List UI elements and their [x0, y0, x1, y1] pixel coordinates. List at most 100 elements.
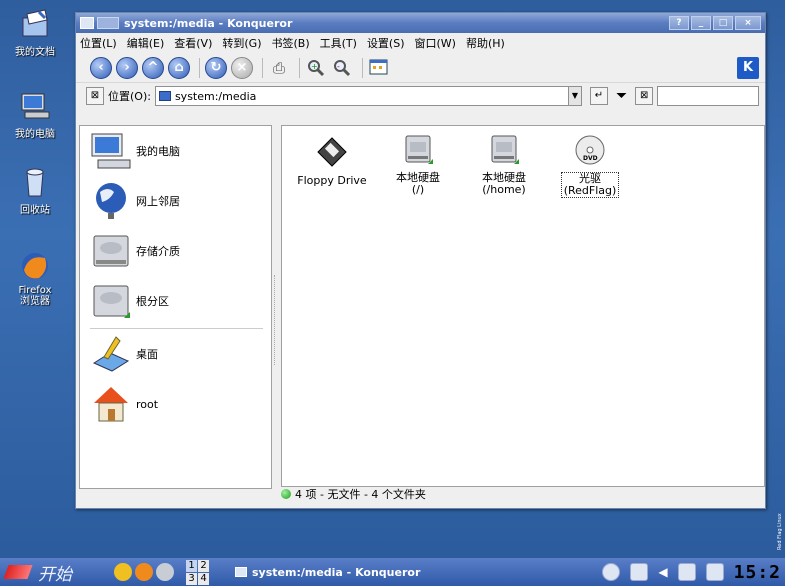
sidebar-item-label: root [136, 397, 159, 411]
start-label: 开始 [38, 564, 72, 585]
svg-text:DVD: DVD [583, 155, 598, 162]
file-item-floppy[interactable]: Floppy Drive [292, 136, 372, 187]
close-button[interactable]: × [735, 16, 761, 30]
menu-go[interactable]: 转到(G) [222, 35, 261, 51]
sidebar: 我的电脑 网上邻居 存储介质 根分区 桌面 root [79, 125, 272, 489]
menu-location[interactable]: 位置(L) [80, 35, 117, 51]
menu-view[interactable]: 查看(V) [174, 35, 212, 51]
file-view: Floppy Drive 本地硬盘 (/) 本地硬盘 (/home) DVD 光… [281, 125, 765, 487]
main-toolbar: ‹ › ^ ⌂ ↻ × ⎙ + - K [76, 53, 765, 83]
firefox-icon[interactable] [135, 563, 153, 581]
reload-icon[interactable]: ↻ [205, 56, 227, 79]
menu-window[interactable]: 窗口(W) [415, 35, 456, 51]
toolbar-separator [262, 57, 263, 78]
pane-splitter[interactable] [274, 275, 277, 365]
kde-logo-icon: K [737, 56, 759, 79]
sidebar-item-desktop[interactable]: 桌面 [80, 329, 271, 379]
location-label: 位置(O): [108, 90, 151, 103]
menu-help[interactable]: 帮助(H) [466, 35, 505, 51]
computer-icon [19, 90, 51, 122]
computer-icon [91, 133, 131, 169]
pager-desktop-1[interactable]: 1 [186, 559, 197, 572]
window-menu-icon[interactable] [80, 17, 94, 29]
zoom-in-icon[interactable]: + [305, 57, 327, 79]
taskbar-task-konqueror[interactable]: system:/media - Konqueror [229, 561, 469, 583]
clear-search-icon[interactable]: ⊠ [635, 87, 654, 105]
network-globe-icon [96, 183, 126, 219]
stop-icon[interactable]: × [231, 56, 253, 79]
location-dropdown-button[interactable]: ▼ [567, 86, 582, 106]
documents-folder-icon [19, 8, 51, 40]
forward-icon[interactable]: › [116, 56, 138, 79]
clock[interactable]: 15:2 [734, 562, 781, 583]
sidebar-item-label: 我的电脑 [136, 145, 180, 158]
up-icon[interactable]: ^ [142, 56, 164, 79]
back-icon[interactable]: ‹ [90, 56, 112, 79]
harddisk-icon [405, 135, 433, 164]
desktop-icon[interactable] [114, 563, 132, 581]
printer-icon[interactable] [677, 563, 696, 581]
quick-launch [114, 563, 174, 581]
media-folder-icon [158, 91, 171, 101]
file-item-local-disk-home[interactable]: 本地硬盘 (/home) [464, 134, 544, 196]
root-partition-icon [93, 285, 130, 318]
location-value: system:/media [174, 89, 257, 103]
sidebar-item-network[interactable]: 网上邻居 [80, 176, 271, 226]
sidebar-item-label: 桌面 [136, 348, 158, 361]
panes: 我的电脑 网上邻居 存储介质 根分区 桌面 root Floppy Drive … [76, 125, 765, 505]
system-tray: ◀ 15:2 [602, 562, 785, 583]
svg-text:-: - [337, 62, 340, 71]
file-item-dvd-redflag[interactable]: DVD 光驱 (RedFlag) [550, 134, 630, 198]
trash-icon [19, 166, 51, 198]
help-button[interactable]: ? [669, 16, 689, 30]
sticky-icon[interactable] [97, 17, 119, 29]
file-item-local-disk-root[interactable]: 本地硬盘 (/) [378, 134, 458, 196]
toolbar-separator [199, 57, 200, 78]
minimize-button[interactable]: _ [691, 16, 711, 30]
dvd-icon: DVD [575, 135, 605, 165]
sidebar-item-root-partition[interactable]: 根分区 [80, 276, 271, 326]
desktop-icon-trash[interactable]: 回收站 [0, 166, 70, 216]
toolbar-separator [362, 57, 363, 78]
menu-settings[interactable]: 设置(S) [367, 35, 405, 51]
pager-desktop-2[interactable]: 2 [198, 559, 209, 572]
clipboard-icon[interactable] [602, 563, 621, 581]
menu-bookmarks[interactable]: 书签(B) [271, 35, 309, 51]
titlebar[interactable]: system:/media - Konqueror ? _ □ × [76, 13, 765, 33]
zoom-out-icon[interactable]: - [331, 57, 353, 79]
pager-desktop-3[interactable]: 3 [186, 572, 197, 585]
desktop-icon-firefox[interactable]: Firefox 浏览器 [0, 250, 70, 307]
menu-tools[interactable]: 工具(T) [320, 35, 357, 51]
start-button[interactable]: 开始 [0, 558, 110, 586]
search-input[interactable] [657, 86, 760, 106]
go-button[interactable]: ↵ [589, 87, 608, 105]
settings-icon[interactable] [156, 563, 174, 581]
desktop-pager: 1 2 3 4 [186, 559, 209, 585]
storage-drive-icon [93, 235, 129, 267]
toolbar-separator [299, 57, 300, 78]
menu-edit[interactable]: 编辑(E) [127, 35, 165, 51]
konqueror-window: system:/media - Konqueror ? _ □ × 位置(L) … [75, 12, 766, 509]
desktop-icon-computer[interactable]: 我的电脑 [0, 90, 70, 140]
sidebar-item-computer[interactable]: 我的电脑 [80, 126, 271, 176]
konqueror-icon [235, 567, 247, 577]
floppy-icon[interactable] [630, 563, 649, 581]
sidebar-item-root[interactable]: root [80, 379, 271, 429]
desktop-icon [92, 336, 130, 372]
status-text: 4 项 - 无文件 - 4 个文件夹 [295, 488, 426, 501]
home-icon[interactable]: ⌂ [168, 56, 190, 79]
maximize-button[interactable]: □ [713, 16, 733, 30]
location-input[interactable]: system:/media [154, 86, 569, 106]
print-icon[interactable]: ⎙ [268, 57, 290, 79]
sidebar-item-label: 根分区 [136, 295, 169, 308]
volume-icon[interactable]: ◀ [658, 565, 667, 579]
filter-icon[interactable]: ⏷ [616, 88, 627, 104]
desktop-icon-documents[interactable]: 我的文档 [0, 8, 70, 58]
clear-location-icon[interactable]: ⊠ [86, 87, 104, 105]
sidebar-item-storage[interactable]: 存储介质 [80, 226, 271, 276]
pager-desktop-4[interactable]: 4 [198, 572, 209, 585]
status-light-icon [281, 489, 291, 499]
view-mode-icon[interactable] [368, 57, 390, 79]
menubar: 位置(L) 编辑(E) 查看(V) 转到(G) 书签(B) 工具(T) 设置(S… [76, 33, 765, 53]
network-icon[interactable] [705, 563, 724, 581]
